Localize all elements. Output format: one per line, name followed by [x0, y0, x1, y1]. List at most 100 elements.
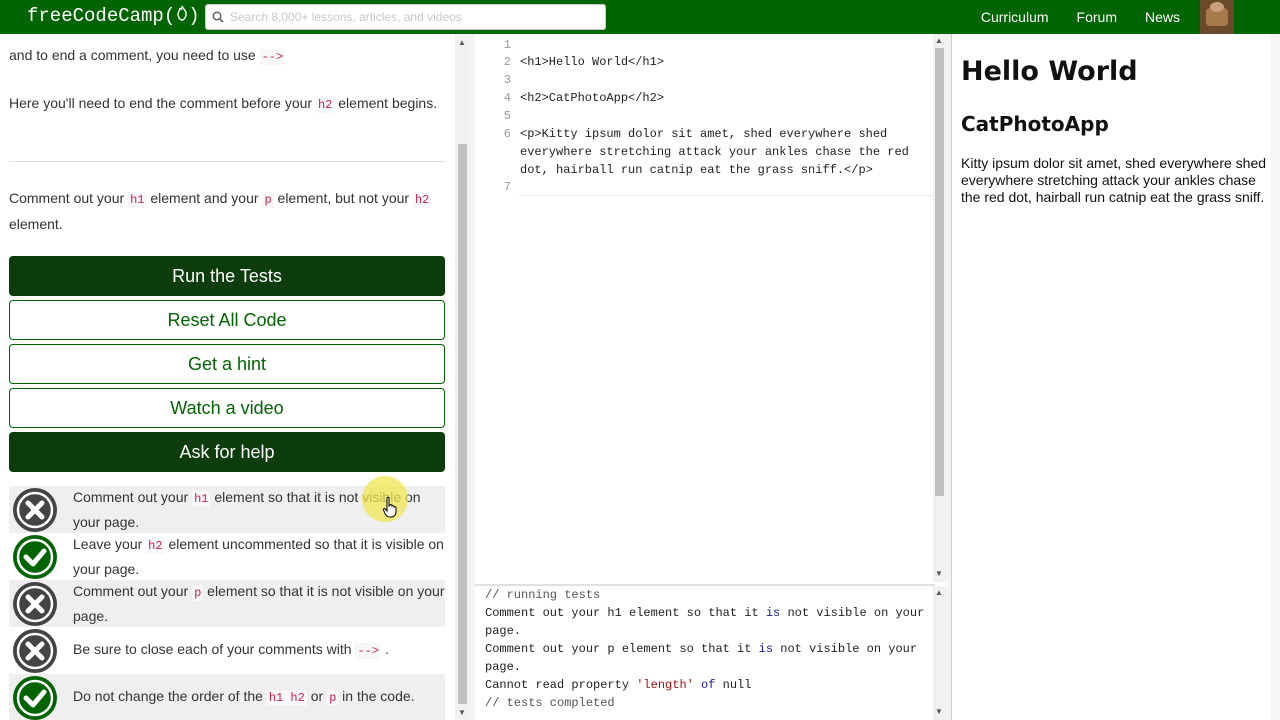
- test-text-part: Comment out your: [73, 488, 193, 505]
- scroll-up-arrow-icon[interactable]: ▲: [935, 588, 943, 597]
- line-number: 5: [503, 109, 511, 123]
- search-icon: [206, 11, 230, 23]
- freecodecamp-logo[interactable]: freeCodeCamp( ): [27, 5, 200, 27]
- ask-help-button[interactable]: Ask for help: [9, 432, 445, 472]
- preview-pane: Hello World CatPhotoApp Kitty ipsum dolo…: [951, 34, 1280, 720]
- console-text: page.: [485, 624, 522, 638]
- preview-paragraph: Kitty ipsum dolor sit amet, shed everywh…: [961, 155, 1267, 205]
- test-text-part: in the code.: [338, 688, 415, 704]
- search-box[interactable]: [205, 4, 606, 30]
- instruction-paragraph-1: and to end a comment, you need to use --…: [9, 43, 445, 69]
- instruction-text: and to end a comment, you need to use: [9, 47, 260, 63]
- get-hint-button[interactable]: Get a hint: [9, 344, 445, 384]
- fail-x-icon: [13, 628, 57, 673]
- inline-code: h2: [146, 537, 165, 554]
- instruction-task: Comment out your h1 element and your p e…: [9, 186, 445, 236]
- console-text: not visible on your: [773, 642, 918, 656]
- flame-icon: [176, 5, 188, 27]
- test-text: Be sure to close each of your comments w…: [73, 638, 445, 663]
- line-number: 6: [503, 127, 511, 141]
- mouse-cursor-highlight: [362, 476, 408, 522]
- nav-link-curriculum[interactable]: Curriculum: [981, 9, 1049, 25]
- console-text: Comment out your h1 element so that it: [485, 606, 766, 620]
- inline-code: p: [262, 192, 274, 208]
- line-number: 7: [503, 180, 511, 194]
- nav-link-forum[interactable]: Forum: [1077, 9, 1117, 25]
- watch-video-button[interactable]: Watch a video: [9, 388, 445, 428]
- inline-code: h2: [412, 192, 432, 208]
- console-text: Cannot read property: [485, 678, 637, 692]
- nav-link-news[interactable]: News: [1145, 9, 1180, 25]
- fail-x-icon: [13, 581, 57, 626]
- logo-text: freeCodeCamp(: [27, 5, 176, 27]
- instructions-pane: and to end a comment, you need to use --…: [0, 34, 455, 720]
- code-text: dot, hairball run catnip eat the grass s…: [520, 163, 873, 177]
- editor-scrollbar[interactable]: ▲ ▼: [933, 34, 946, 582]
- test-output-console: // running tests Comment out your h1 ele…: [475, 584, 935, 720]
- scroll-up-arrow-icon[interactable]: ▲: [458, 38, 466, 47]
- line-number: 3: [503, 73, 511, 87]
- console-text: Comment out your p element so that it: [485, 642, 759, 656]
- test-item: Leave your h2 element uncommented so tha…: [9, 533, 445, 580]
- console-text: not visible on your: [780, 606, 925, 620]
- test-text-part: Be sure to close each of your comments w…: [73, 641, 356, 657]
- user-avatar[interactable]: [1200, 0, 1234, 34]
- inline-code: h2: [315, 97, 335, 113]
- scroll-down-arrow-icon[interactable]: ▼: [458, 708, 466, 717]
- test-text: Comment out your p element so that it is…: [73, 580, 445, 628]
- inline-code: p: [192, 584, 204, 601]
- scroll-down-arrow-icon[interactable]: ▼: [935, 569, 943, 578]
- pass-check-icon: [13, 675, 57, 720]
- inline-code: h1: [192, 490, 211, 507]
- console-line: // running tests: [485, 586, 930, 604]
- test-item: Comment out your p element so that it is…: [9, 580, 445, 627]
- instruction-text: Comment out your: [9, 190, 129, 206]
- code-editor[interactable]: 1 2 <h1>Hello World</h1> 3 4 <h2>CatPhotoA…: [475, 34, 945, 582]
- inline-code: -->: [259, 49, 286, 65]
- reset-code-button[interactable]: Reset All Code: [9, 300, 445, 340]
- run-tests-button[interactable]: Run the Tests: [9, 256, 445, 296]
- console-text: page.: [485, 660, 522, 674]
- console-scrollbar[interactable]: ▲ ▼: [933, 586, 946, 720]
- console-line: Comment out your h1 element so that it i…: [485, 604, 930, 622]
- line-number: 4: [503, 91, 511, 105]
- test-item: Be sure to close each of your comments w…: [9, 627, 445, 674]
- console-line: // tests completed: [485, 694, 930, 712]
- test-text-part: Do not change the order of the: [73, 688, 267, 704]
- test-text-part: .: [381, 641, 389, 657]
- scrollbar-thumb[interactable]: [935, 48, 944, 496]
- line-number: 1: [503, 38, 511, 52]
- test-text-part: Comment out your: [73, 582, 193, 599]
- console-line: page.: [485, 622, 930, 640]
- test-text-part: Leave your: [73, 535, 147, 552]
- search-input[interactable]: [230, 10, 590, 24]
- inline-code: h1 h2: [266, 690, 307, 706]
- preview-scrollbar[interactable]: [1271, 34, 1280, 720]
- code-text: <p>Kitty ipsum dolor sit amet, shed ever…: [520, 127, 888, 141]
- line-number: 2: [503, 55, 511, 69]
- test-text: Do not change the order of the h1 h2 or …: [73, 685, 445, 710]
- console-keyword: is: [765, 606, 781, 620]
- instruction-text: Here you'll need to end the comment befo…: [9, 95, 316, 111]
- test-item: Do not change the order of the h1 h2 or …: [9, 674, 445, 720]
- preview-heading-1: Hello World: [961, 56, 1138, 87]
- test-text-part: or: [306, 688, 328, 704]
- code-text: <h2>CatPhotoApp</h2>: [520, 91, 665, 105]
- console-line: Cannot read property 'length' of null: [485, 676, 930, 694]
- instruction-text: element, but not your: [273, 190, 413, 206]
- code-text: everywhere stretching attack your ankles…: [520, 145, 909, 159]
- scroll-up-arrow-icon[interactable]: ▲: [935, 36, 943, 45]
- instructions-scrollbar[interactable]: ▲ ▼: [455, 34, 470, 720]
- divider: [9, 161, 445, 162]
- console-line: page.: [485, 658, 930, 676]
- console-keyword: of: [701, 678, 716, 692]
- console-string: 'length': [636, 678, 694, 692]
- test-text: Leave your h2 element uncommented so tha…: [73, 533, 445, 581]
- nav-links: Curriculum Forum News: [981, 0, 1280, 34]
- hand-cursor-icon: [382, 496, 397, 518]
- scroll-down-arrow-icon[interactable]: ▼: [935, 707, 943, 716]
- instruction-text: element begins.: [334, 95, 438, 111]
- scrollbar-thumb[interactable]: [458, 144, 467, 704]
- console-text: null: [715, 678, 752, 692]
- fail-x-icon: [13, 487, 57, 532]
